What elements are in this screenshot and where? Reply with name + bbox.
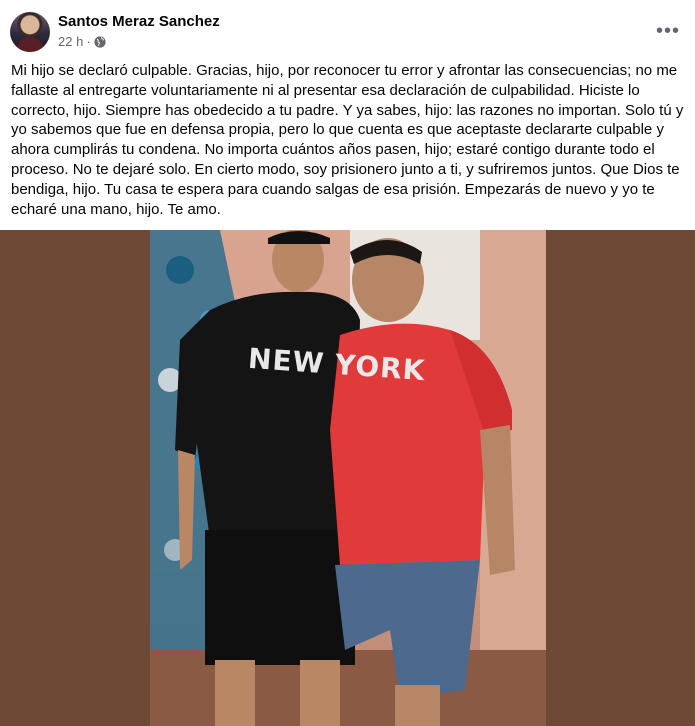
photo-illustration xyxy=(150,230,546,726)
post-paragraph: Mi hijo se declaró culpable. Gracias, hi… xyxy=(11,62,684,218)
author-avatar[interactable] xyxy=(10,12,50,52)
photo-scene: NEW YORK xyxy=(150,230,546,726)
post-meta: 22 h · xyxy=(58,34,106,49)
more-options-icon[interactable]: ••• xyxy=(651,14,685,48)
author-name[interactable]: Santos Meraz Sanchez xyxy=(58,13,220,30)
post-timestamp[interactable]: 22 h xyxy=(58,34,83,49)
meta-separator: · xyxy=(86,34,91,49)
post-text: Mi hijo se declaró culpable. Gracias, hi… xyxy=(11,61,689,219)
post-photo[interactable]: NEW YORK xyxy=(0,230,695,726)
globe-icon[interactable] xyxy=(94,35,106,48)
post-header: Santos Meraz Sanchez 22 h · ••• xyxy=(0,0,695,58)
